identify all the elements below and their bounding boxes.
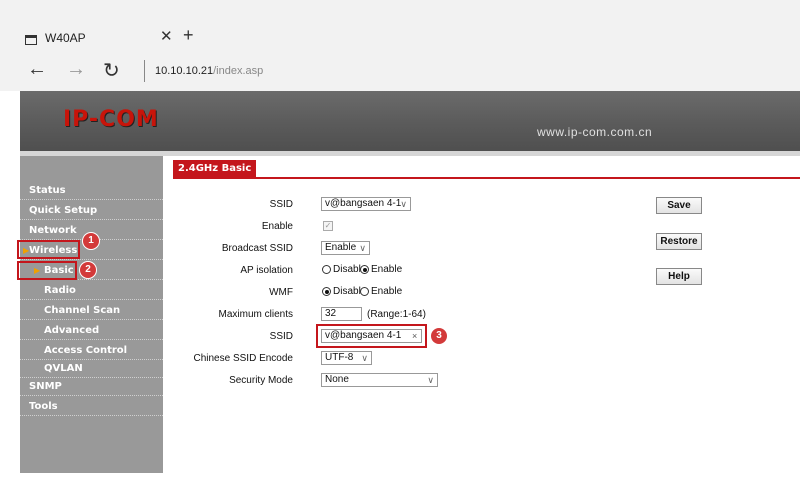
window-icon bbox=[25, 35, 37, 45]
sidebar: Status Quick Setup Network ▶ Wireless ▶ Ba… bbox=[20, 156, 163, 473]
max-clients-range: (Range:1-64) bbox=[367, 309, 426, 320]
page-footer bbox=[20, 473, 800, 500]
ip-com-logo: IP-COM bbox=[63, 107, 159, 132]
highlight-wireless bbox=[17, 240, 80, 259]
restore-button[interactable]: Restore bbox=[656, 233, 702, 250]
help-button[interactable]: Help bbox=[656, 268, 702, 285]
tab-title: W40AP bbox=[45, 31, 86, 45]
sidebar-item-snmp[interactable]: SNMP bbox=[20, 378, 163, 396]
ssid-input-label: SSID bbox=[269, 331, 293, 342]
ap-isolation-label: AP isolation bbox=[240, 265, 293, 276]
highlight-ssid-input bbox=[316, 324, 427, 348]
ssid-select[interactable]: v@bangsaen 4-1 ∨ bbox=[321, 197, 411, 211]
radio-label: Enable bbox=[371, 264, 403, 275]
new-tab-icon[interactable]: + bbox=[183, 25, 194, 46]
wmf-enable-radio[interactable] bbox=[360, 287, 369, 296]
max-clients-input[interactable]: 32 bbox=[321, 307, 362, 321]
ssid-select-label: SSID bbox=[269, 199, 293, 210]
chinese-ssid-encode-select[interactable]: UTF-8 ∨ bbox=[321, 351, 372, 365]
screen: { "browser": { "tab_title": "W40AP", "ur… bbox=[0, 0, 800, 500]
sidebar-item-qvlan[interactable]: QVLAN bbox=[20, 360, 163, 378]
sidebar-item-label: Quick Setup bbox=[29, 205, 98, 216]
chevron-down-icon: ∨ bbox=[427, 375, 434, 385]
sidebar-item-label: Advanced bbox=[44, 325, 100, 336]
sidebar-item-label: Status bbox=[29, 185, 66, 196]
site-url: www.ip-com.com.cn bbox=[537, 125, 653, 139]
sidebar-item-label: Access Control bbox=[44, 345, 128, 356]
enable-label: Enable bbox=[261, 221, 293, 232]
security-mode-select[interactable]: None ∨ bbox=[321, 373, 438, 387]
broadcast-ssid-label: Broadcast SSID bbox=[221, 243, 293, 254]
sidebar-item-advanced[interactable]: Advanced bbox=[20, 322, 163, 340]
security-mode-label: Security Mode bbox=[229, 375, 293, 386]
ap-isolation-enable-radio[interactable] bbox=[360, 265, 369, 274]
max-clients-label: Maximum clients bbox=[218, 309, 293, 320]
sidebar-item-quick-setup[interactable]: Quick Setup bbox=[20, 202, 163, 220]
broadcast-ssid-select[interactable]: Enable ∨ bbox=[321, 241, 370, 255]
step-badge-3: 3 bbox=[431, 328, 447, 344]
sidebar-item-label: Radio bbox=[44, 285, 76, 296]
security-mode-value: None bbox=[325, 374, 349, 385]
wmf-disable-radio[interactable] bbox=[322, 287, 331, 296]
forward-icon[interactable]: → bbox=[66, 58, 86, 81]
chevron-down-icon: ∨ bbox=[400, 199, 407, 209]
enable-checkbox[interactable]: ✓ bbox=[323, 221, 333, 231]
browser-tab-bar: W40AP ✕ + bbox=[0, 0, 800, 53]
chevron-down-icon: ∨ bbox=[359, 243, 366, 253]
sidebar-item-label: Channel Scan bbox=[44, 305, 121, 316]
step-badge-2: 2 bbox=[80, 262, 96, 278]
sidebar-item-label: Tools bbox=[29, 401, 58, 412]
step-badge-1: 1 bbox=[83, 233, 99, 249]
chinese-ssid-encode-value: UTF-8 bbox=[325, 352, 354, 363]
chevron-down-icon: ∨ bbox=[361, 353, 368, 363]
sidebar-item-channel-scan[interactable]: Channel Scan bbox=[20, 302, 163, 320]
highlight-basic bbox=[17, 261, 77, 280]
browser-nav-bar: ← → ↻ 10.10.10.21/index.asp bbox=[0, 53, 800, 91]
broadcast-ssid-value: Enable bbox=[325, 242, 357, 253]
close-tab-icon[interactable]: ✕ bbox=[160, 27, 173, 45]
sidebar-item-access-control[interactable]: Access Control bbox=[20, 342, 163, 360]
address-bar[interactable]: 10.10.10.21/index.asp bbox=[155, 65, 263, 77]
sidebar-item-status[interactable]: Status bbox=[20, 182, 163, 200]
sidebar-item-label: SNMP bbox=[29, 381, 62, 392]
radio-label: Enable bbox=[371, 286, 403, 297]
sidebar-item-label: QVLAN bbox=[44, 363, 83, 374]
url-separator bbox=[144, 60, 145, 82]
ap-isolation-disable-radio[interactable] bbox=[322, 265, 331, 274]
section-title: 2.4GHz Basic bbox=[173, 160, 257, 177]
save-button[interactable]: Save bbox=[656, 197, 702, 214]
section-underline bbox=[173, 177, 800, 179]
wmf-label: WMF bbox=[269, 287, 293, 298]
browser-tab[interactable]: W40AP ✕ bbox=[20, 26, 200, 53]
sidebar-item-tools[interactable]: Tools bbox=[20, 398, 163, 416]
sidebar-item-label: Network bbox=[29, 225, 77, 236]
url-path: /index.asp bbox=[213, 65, 264, 77]
url-host: 10.10.10.21 bbox=[155, 65, 214, 77]
chinese-ssid-encode-label: Chinese SSID Encode bbox=[193, 353, 293, 364]
router-header: IP-COM www.ip-com.com.cn bbox=[20, 91, 800, 151]
sidebar-item-radio[interactable]: Radio bbox=[20, 282, 163, 300]
reload-icon[interactable]: ↻ bbox=[103, 58, 120, 83]
back-icon[interactable]: ← bbox=[27, 58, 47, 81]
ssid-select-value: v@bangsaen 4-1 bbox=[325, 198, 402, 209]
